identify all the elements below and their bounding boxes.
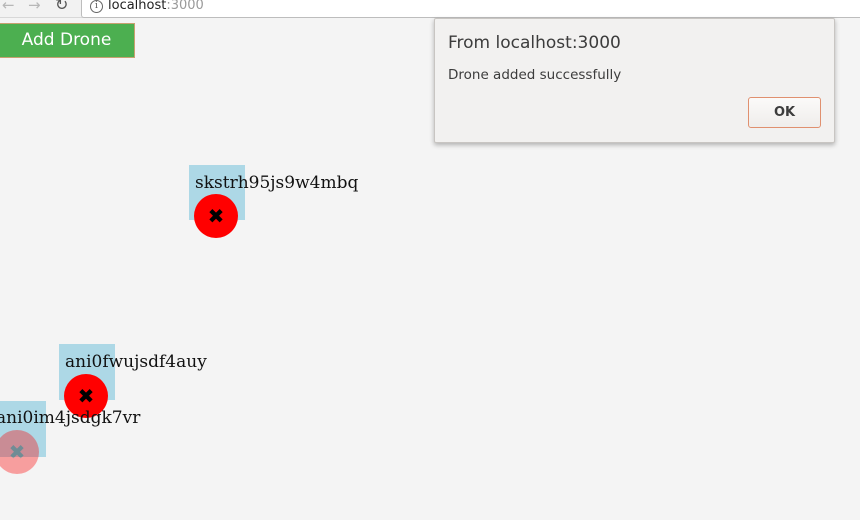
url-host: localhost [108,0,167,13]
alert-message: Drone added successfully [448,67,622,83]
browser-toolbar: ← → ↻ i localhost:3000 [0,0,860,18]
alert-title: From localhost:3000 [448,33,621,53]
drone-id-label: skstrh95js9w4mbq [195,173,359,193]
drone-id-label: ani0im4jsdgk7vr [0,408,141,428]
drone-id-label: ani0fwujsdf4auy [65,352,207,372]
add-drone-button[interactable]: Add Drone [0,23,135,58]
ok-button[interactable]: OK [748,97,821,128]
close-icon: ✖ [207,204,225,228]
back-icon[interactable]: ← [2,0,15,14]
remove-drone-button[interactable]: ✖ [0,430,39,474]
remove-drone-button[interactable]: ✖ [194,194,238,238]
close-icon: ✖ [8,440,26,464]
close-icon: ✖ [77,384,95,408]
info-icon[interactable]: i [90,0,103,13]
url-port: :3000 [166,0,204,13]
forward-icon[interactable]: → [28,0,41,14]
address-bar[interactable]: i localhost:3000 [81,0,860,18]
url-text: localhost:3000 [108,0,204,13]
reload-icon[interactable]: ↻ [55,0,68,14]
alert-dialog: From localhost:3000 Drone added successf… [434,18,835,143]
